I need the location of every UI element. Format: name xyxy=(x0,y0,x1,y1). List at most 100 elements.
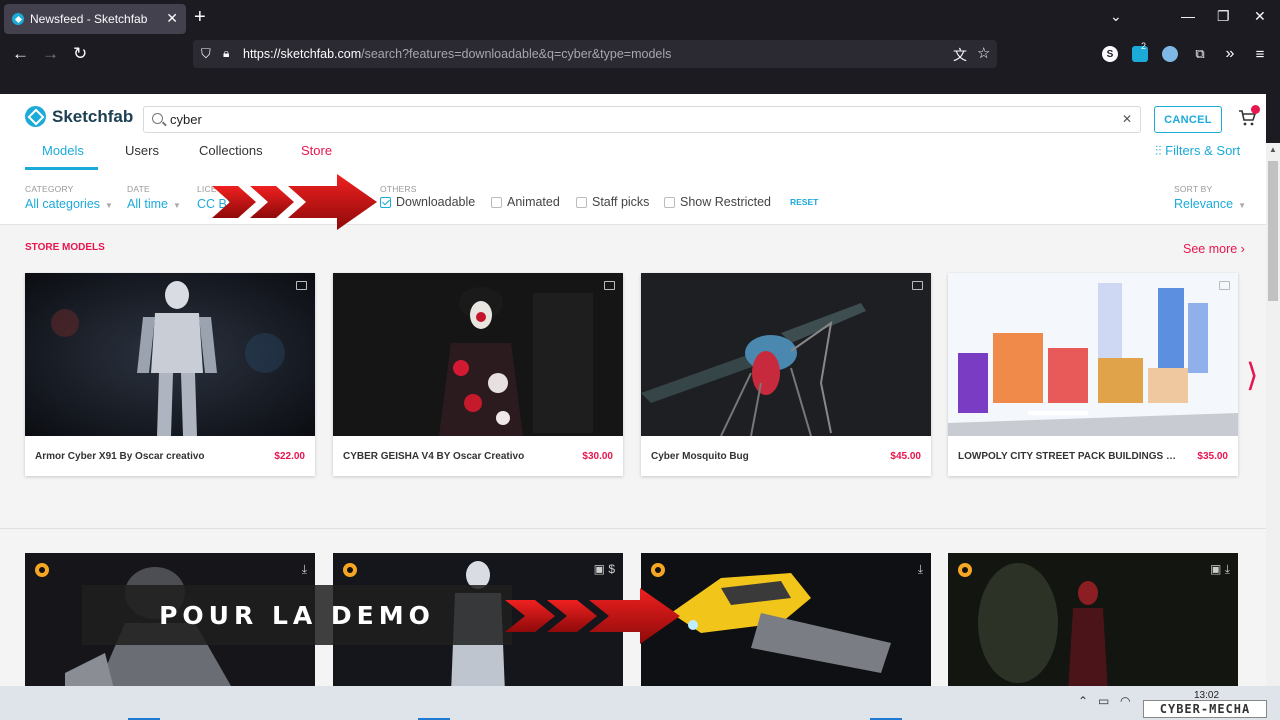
staff-pick-icon xyxy=(651,563,665,577)
watermark: CYBER-MECHA xyxy=(1143,700,1267,718)
staff-pick-icon xyxy=(35,563,49,577)
tab-store[interactable]: Store xyxy=(301,143,332,158)
filter-category[interactable]: CATEGORY All categories ▼ xyxy=(25,184,113,211)
cancel-button[interactable]: CANCEL xyxy=(1154,106,1222,133)
filter-date-value: All time xyxy=(127,197,168,211)
logo-text: Sketchfab xyxy=(52,106,134,126)
new-tab-button[interactable]: + xyxy=(194,6,206,29)
checkbox-animated[interactable]: Animated xyxy=(491,195,560,209)
checkbox-checked-icon[interactable] xyxy=(380,196,391,208)
close-tab-icon[interactable]: ✕ xyxy=(166,10,178,27)
extensions-puzzle-icon[interactable]: ⧉ xyxy=(1192,46,1208,62)
section-divider xyxy=(0,528,1266,529)
bookmark-star-icon[interactable]: ☆ xyxy=(977,44,990,62)
store-card-title[interactable]: Cyber Mosquito Bug xyxy=(651,451,871,462)
search-box[interactable]: ✕ xyxy=(143,106,1141,133)
store-card-title[interactable]: LOWPOLY CITY STREET PACK BUILDINGS S... xyxy=(958,451,1178,462)
model-card[interactable]: ⤓ xyxy=(641,553,931,686)
scrollbar-thumb[interactable] xyxy=(1268,161,1278,301)
tray-chevron-icon[interactable]: ⌃ xyxy=(1078,694,1088,708)
store-card[interactable]: Armor Cyber X91 By Oscar creativo $22.00 xyxy=(25,273,315,476)
forward-icon[interactable]: → xyxy=(42,44,59,64)
sketchfab-logo-icon xyxy=(25,106,46,127)
list-all-tabs-icon[interactable]: ⌄ xyxy=(1110,8,1122,25)
checkbox-unchecked-icon[interactable] xyxy=(664,196,675,208)
checkbox-downloadable[interactable]: Downloadable xyxy=(380,195,475,209)
clear-search-icon[interactable]: ✕ xyxy=(1122,112,1132,126)
checkbox-show-restricted-label: Show Restricted xyxy=(680,195,772,209)
url-host: https://sketchfab.com xyxy=(243,47,362,61)
checkbox-show-restricted[interactable]: Show Restricted xyxy=(664,195,771,209)
sketchfab-favicon-icon xyxy=(12,13,24,25)
battery-icon[interactable]: ▭ xyxy=(1098,694,1109,708)
cart-badge xyxy=(1251,105,1260,114)
model-card[interactable]: ▣ ⤓ xyxy=(948,553,1238,686)
store-card-title[interactable]: CYBER GEISHA V4 BY Oscar Creativo xyxy=(343,451,563,462)
demo-banner: POUR LA DEMO xyxy=(82,585,512,645)
3d-view-icon xyxy=(1219,281,1230,290)
3d-view-and-download-icon[interactable]: ▣ ⤓ xyxy=(1210,562,1230,577)
store-card-title[interactable]: Armor Cyber X91 By Oscar creativo xyxy=(35,451,255,462)
checkbox-unchecked-icon[interactable] xyxy=(576,196,587,208)
checkbox-staff-picks-label: Staff picks xyxy=(592,195,650,209)
search-icon xyxy=(152,113,163,124)
tab-bar: Newsfeed - Sketchfab ✕ + ⌄ — ❐ ✕ xyxy=(0,0,1280,36)
3d-view-icon xyxy=(604,281,615,290)
extension-circle-icon[interactable] xyxy=(1162,46,1178,62)
url-path: /search?features=downloadable&q=cyber&ty… xyxy=(361,47,672,61)
filter-category-value: All categories xyxy=(25,197,101,211)
tab-users[interactable]: Users xyxy=(125,143,159,158)
checkbox-unchecked-icon[interactable] xyxy=(491,196,502,208)
sort-by-value: Relevance xyxy=(1174,197,1234,211)
carousel-next-icon[interactable]: ⟩ xyxy=(1246,356,1258,394)
store-card[interactable]: Cyber Mosquito Bug $45.00 xyxy=(641,273,931,476)
hamburger-menu-icon[interactable]: ≡ xyxy=(1252,46,1268,63)
model-thumbnail[interactable] xyxy=(641,273,931,436)
model-thumbnail[interactable] xyxy=(333,273,623,436)
translate-icon[interactable]: 文 xyxy=(953,45,967,65)
page-scrollbar[interactable]: ▲ xyxy=(1266,143,1280,686)
reset-filters-button[interactable]: RESET xyxy=(790,197,818,207)
store-card-price: $30.00 xyxy=(582,451,613,462)
cart-button[interactable] xyxy=(1238,105,1260,127)
checkbox-downloadable-label: Downloadable xyxy=(396,195,476,209)
3d-view-icon xyxy=(912,281,923,290)
os-taskbar: ⌃ ▭ ◠ 13:02 xyxy=(0,686,1280,720)
store-card[interactable]: CYBER GEISHA V4 BY Oscar Creativo $30.00 xyxy=(333,273,623,476)
download-icon[interactable]: ⤓ xyxy=(302,562,307,577)
shield-icon[interactable]: ⛉ xyxy=(201,46,211,62)
sort-by[interactable]: SORT BY Relevance ▼ xyxy=(1174,184,1246,211)
demo-arrow-overlay xyxy=(505,588,680,644)
staff-pick-icon xyxy=(958,563,972,577)
store-card[interactable]: LOWPOLY CITY STREET PACK BUILDINGS S... … xyxy=(948,273,1238,476)
browser-tab-active[interactable]: Newsfeed - Sketchfab ✕ xyxy=(4,4,186,34)
tab-collections[interactable]: Collections xyxy=(199,143,263,158)
tab-models[interactable]: Models xyxy=(42,143,84,158)
wifi-icon[interactable]: ◠ xyxy=(1120,694,1130,708)
restore-icon[interactable]: ❐ xyxy=(1217,8,1230,25)
demo-banner-text: POUR LA DEMO xyxy=(159,600,435,630)
scroll-up-icon[interactable]: ▲ xyxy=(1269,145,1277,154)
filter-date[interactable]: DATE All time ▼ xyxy=(127,184,181,211)
lock-icon[interactable]: 🔒︎ xyxy=(223,46,229,61)
overflow-menu-icon[interactable]: » xyxy=(1222,45,1238,62)
caret-down-icon: ▼ xyxy=(172,201,181,210)
filters-sort-button[interactable]: ⫶⫶ Filters & Sort xyxy=(1155,143,1240,159)
checkbox-staff-picks[interactable]: Staff picks xyxy=(576,195,649,209)
checkbox-animated-label: Animated xyxy=(507,195,560,209)
close-window-icon[interactable]: ✕ xyxy=(1254,8,1266,25)
search-input[interactable] xyxy=(170,112,1070,127)
cyber-geisha-thumbnail-image xyxy=(333,273,623,436)
sketchfab-logo[interactable]: Sketchfab xyxy=(25,106,133,127)
url-bar[interactable]: ⛉ 🔒︎ https://sketchfab.com/search?featur… xyxy=(193,40,997,68)
model-thumbnail[interactable] xyxy=(25,273,315,436)
back-icon[interactable]: ← xyxy=(12,44,29,64)
browser-chrome: Newsfeed - Sketchfab ✕ + ⌄ — ❐ ✕ ← → ↻ ⛉… xyxy=(0,0,1280,94)
skype-extension-icon[interactable]: S xyxy=(1102,46,1118,62)
reload-icon[interactable]: ↻ xyxy=(73,44,87,64)
3d-view-and-price-icon[interactable]: ▣ $ xyxy=(594,562,615,576)
download-icon[interactable]: ⤓ xyxy=(918,562,923,577)
minimize-icon[interactable]: — xyxy=(1181,8,1195,24)
model-thumbnail[interactable] xyxy=(948,273,1238,436)
see-more-link[interactable]: See more › xyxy=(1183,242,1245,256)
